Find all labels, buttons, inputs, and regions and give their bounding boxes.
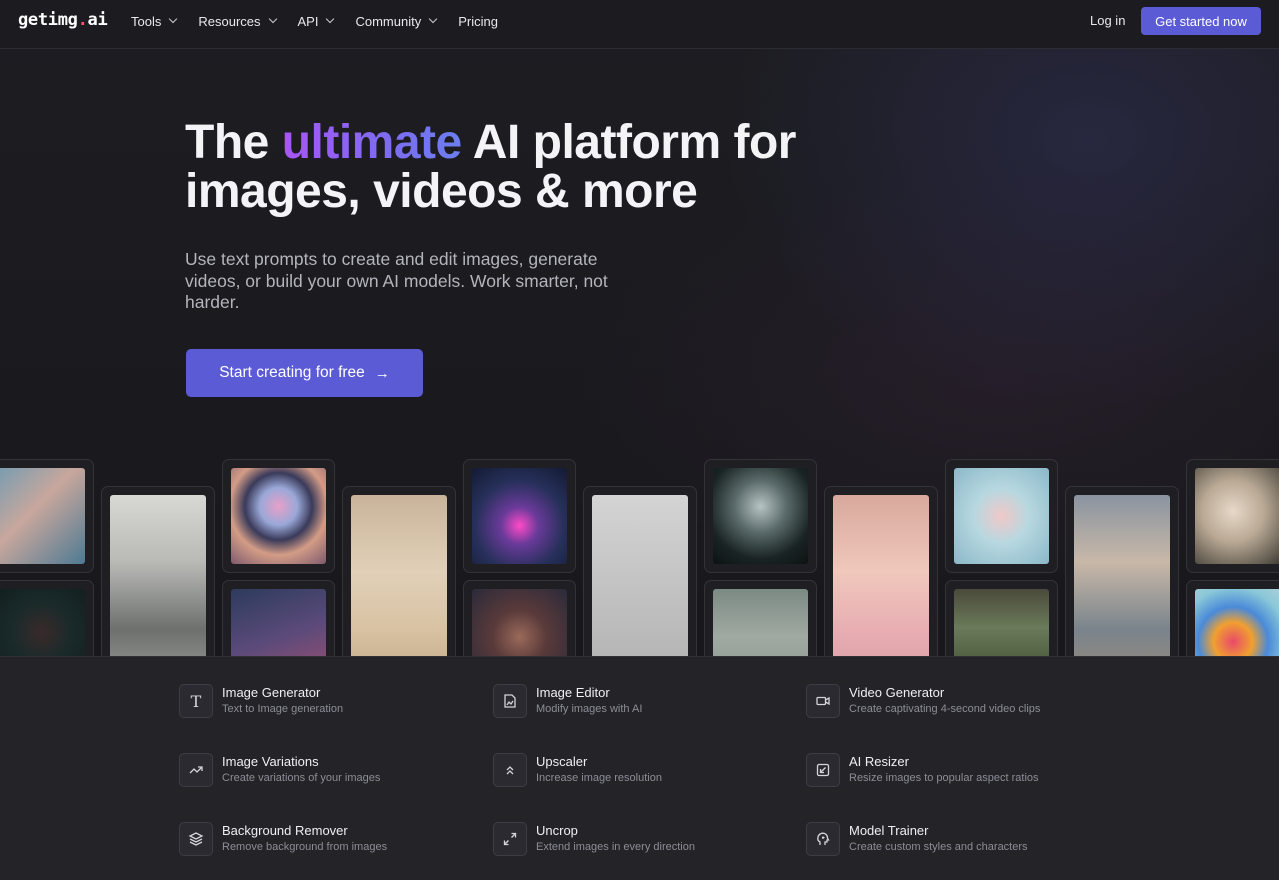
gallery-image-greenhouse-interior[interactable] — [945, 580, 1058, 656]
tool-video-generator[interactable]: Video Generator Create captivating 4-seco… — [806, 684, 1040, 718]
image-edit-icon — [493, 684, 527, 718]
nav-item-tools[interactable]: Tools — [131, 13, 178, 29]
tool-desc: Remove background from images — [222, 841, 388, 853]
tool-image-generator[interactable]: T Image Generator Text to Image generatio… — [179, 684, 343, 718]
hero-title-accent: ultimate — [281, 116, 463, 169]
gallery-image-minimal-bedroom[interactable] — [342, 486, 456, 656]
gallery-image-alien-portrait[interactable] — [704, 459, 817, 573]
hero-title-line2: images, videos & more — [185, 165, 698, 218]
nav-item-resources[interactable]: Resources — [198, 13, 277, 29]
tool-desc: Modify images with AI — [536, 703, 643, 715]
gallery-image-wire-sculpture-head[interactable] — [583, 486, 697, 656]
nav-item-pricing[interactable]: Pricing — [458, 13, 498, 29]
expand-arrows-icon — [493, 822, 527, 856]
tool-ai-resizer[interactable]: AI Resizer Resize images to popular aspec… — [806, 753, 1039, 787]
tool-desc: Create custom styles and characters — [849, 841, 1028, 853]
nav-item-label: API — [297, 13, 319, 29]
tools-section: T Image Generator Text to Image generatio… — [0, 656, 1279, 880]
text-t-icon: T — [179, 684, 213, 718]
gallery-image-balloon-cluster[interactable] — [1186, 580, 1279, 656]
hero-subtitle: Use text prompts to create and edit imag… — [185, 249, 608, 312]
tool-image-editor[interactable]: Image Editor Modify images with AI — [493, 684, 642, 718]
hero-title-post: AI platform for — [472, 116, 797, 169]
chevron-down-icon — [428, 14, 438, 24]
tool-uncrop[interactable]: Uncrop Extend images in every direction — [493, 822, 695, 856]
video-camera-icon — [806, 684, 840, 718]
nav-item-label: Tools — [131, 13, 162, 29]
get-started-button[interactable]: Get started now — [1141, 7, 1261, 35]
tool-upscaler[interactable]: Upscaler Increase image resolution — [493, 753, 662, 787]
gallery-image-vogue-statue[interactable] — [101, 486, 215, 656]
gallery-image-glitter-face[interactable] — [463, 580, 576, 656]
tool-name: Upscaler — [536, 754, 588, 769]
logo-dot: . — [77, 10, 88, 30]
top-navbar: getimg.ai Tools Resources API Community … — [0, 0, 1279, 49]
tool-desc: Text to Image generation — [222, 703, 344, 715]
logo[interactable]: getimg.ai — [18, 10, 108, 30]
gallery-image-misty-figure[interactable] — [704, 580, 817, 656]
nav-item-label: Resources — [198, 13, 261, 29]
nav-item-label: Community — [355, 13, 422, 29]
gallery-image-astronaut-doorway[interactable] — [1065, 486, 1179, 656]
start-creating-label: Start creating for free — [219, 364, 365, 381]
tool-name: Image Generator — [222, 685, 321, 700]
tool-desc: Increase image resolution — [536, 772, 662, 784]
tool-desc: Resize images to popular aspect ratios — [849, 772, 1039, 784]
double-chevron-up-icon — [493, 753, 527, 787]
tool-desc: Extend images in every direction — [536, 841, 695, 853]
gallery-image-glass-runner[interactable] — [945, 459, 1058, 573]
gallery-image-dark-portrait-red-light[interactable] — [0, 580, 94, 656]
trend-arrows-icon — [179, 753, 213, 787]
login-link[interactable]: Log in — [1090, 13, 1125, 28]
tool-name: Model Trainer — [849, 823, 929, 838]
layers-icon — [179, 822, 213, 856]
logo-tail: ai — [87, 10, 108, 30]
image-gallery — [0, 450, 1279, 656]
chevron-down-icon — [268, 14, 277, 24]
chevron-down-icon — [326, 14, 335, 24]
nav-item-community[interactable]: Community — [355, 13, 438, 29]
gallery-image-neon-creature[interactable] — [222, 580, 335, 656]
tool-desc: Create captivating 4-second video clips — [849, 703, 1041, 715]
tool-image-variations[interactable]: Image Variations Create variations of you… — [179, 753, 380, 787]
tool-model-trainer[interactable]: Model Trainer Create custom styles and ch… — [806, 822, 1028, 856]
nav-menu: Tools Resources API Community Pricing — [131, 13, 520, 29]
gallery-image-woman-face-profile[interactable] — [0, 459, 94, 573]
resize-arrow-icon — [806, 753, 840, 787]
hero-title: The ultimate AI platform for images, vid… — [185, 118, 885, 216]
tool-desc: Create variations of your images — [222, 772, 381, 784]
tool-name: Image Variations — [222, 754, 319, 769]
gallery-image-pink-bedroom-bears[interactable] — [824, 486, 938, 656]
tool-name: AI Resizer — [849, 754, 909, 769]
chevron-down-icon — [169, 14, 178, 24]
hero-title-pre: The — [185, 116, 269, 169]
gallery-image-chrome-sphere[interactable] — [222, 459, 335, 573]
arrow-right-icon: → — [374, 364, 390, 382]
tool-name: Video Generator — [849, 685, 945, 700]
tool-name: Background Remover — [222, 823, 348, 838]
tool-name: Uncrop — [536, 823, 578, 838]
logo-text: getimg — [18, 10, 78, 30]
head-brain-icon — [806, 822, 840, 856]
tool-name: Image Editor — [536, 685, 610, 700]
nav-item-label: Pricing — [458, 13, 498, 29]
start-creating-button[interactable]: Start creating for free → — [186, 349, 423, 397]
nav-item-api[interactable]: API — [297, 13, 335, 29]
gallery-image-porcelain-woman[interactable] — [1186, 459, 1279, 573]
gallery-image-neon-robot[interactable] — [463, 459, 576, 573]
tool-background-remover[interactable]: Background Remover Remove background from… — [179, 822, 387, 856]
